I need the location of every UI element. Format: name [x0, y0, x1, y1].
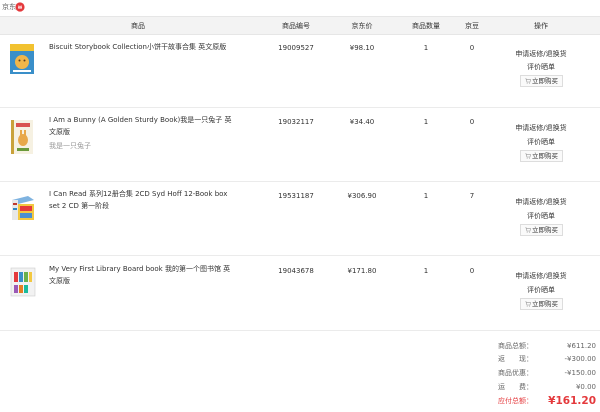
product-price: ¥98.10	[349, 44, 375, 52]
column-qty: 商品数量	[412, 22, 440, 30]
column-ops: 操作	[534, 22, 548, 30]
summary-label: 商品总额：	[498, 342, 533, 350]
product-qty: 1	[423, 118, 429, 126]
product-name-link[interactable]: My Very First Library Board book 我的第一个图书…	[49, 263, 234, 287]
summary-row-discount: 商品优惠： -¥150.00	[480, 368, 598, 378]
buy-now-button[interactable]: 立即购买	[520, 298, 563, 310]
buy-now-label: 立即购买	[532, 77, 558, 85]
column-beans: 京豆	[465, 22, 479, 30]
summary-row-total: 应付总额： ¥161.20	[480, 395, 598, 407]
table-header: 商品 商品编号 京东价 商品数量 京豆 操作	[0, 16, 600, 35]
product-price: ¥171.80	[347, 267, 377, 275]
biscuit-book-cover-icon[interactable]	[10, 44, 34, 74]
summary-label: 商品优惠：	[498, 369, 533, 377]
summary-row-subtotal: 商品总额： ¥611.20	[480, 341, 598, 351]
return-exchange-link[interactable]: 申请返修/退换货	[508, 198, 574, 206]
summary-value: -¥150.00	[564, 369, 596, 377]
summary-value: ¥0.00	[575, 383, 596, 391]
buy-now-button[interactable]: 立即购买	[520, 75, 563, 87]
shop-name[interactable]: 京东	[2, 3, 16, 11]
column-price: 京东价	[351, 22, 373, 30]
table-row: Biscuit Storybook Collection小饼干故事合集 英文原版…	[0, 35, 600, 108]
product-beans: 7	[469, 192, 475, 200]
summary-value: -¥300.00	[564, 355, 596, 363]
review-link[interactable]: 评价晒单	[508, 63, 574, 71]
bunny-book-cover-icon[interactable]	[11, 120, 33, 154]
product-beans: 0	[469, 267, 475, 275]
buy-now-button[interactable]: 立即购买	[520, 150, 563, 162]
buy-now-button[interactable]: 立即购买	[520, 224, 563, 236]
cart-icon	[525, 153, 531, 159]
table-row: I Can Read 系列12册合集 2CD Syd Hoff 12-Book …	[0, 182, 600, 256]
buy-now-label: 立即购买	[532, 300, 558, 308]
summary-row-shipping: 运 费： ¥0.00	[480, 382, 598, 392]
table-row: I Am a Bunny (A Golden Sturdy Book)我是一只兔…	[0, 108, 600, 182]
review-link[interactable]: 评价晒单	[508, 286, 574, 294]
review-link[interactable]: 评价晒单	[508, 212, 574, 220]
shop-bar: 京东	[0, 0, 600, 14]
product-price: ¥34.40	[349, 118, 375, 126]
return-exchange-link[interactable]: 申请返修/退换货	[508, 50, 574, 58]
library-board-book-icon[interactable]	[9, 266, 37, 298]
product-qty: 1	[423, 192, 429, 200]
product-price: ¥306.90	[347, 192, 377, 200]
table-row: My Very First Library Board book 我的第一个图书…	[0, 256, 600, 331]
jd-dog-icon[interactable]	[15, 2, 25, 12]
product-sku: 19043678	[278, 267, 314, 275]
product-qty: 1	[423, 44, 429, 52]
review-link[interactable]: 评价晒单	[508, 138, 574, 146]
summary-label: 返 现：	[498, 355, 533, 363]
total-label: 应付总额：	[498, 397, 533, 405]
product-name-link[interactable]: Biscuit Storybook Collection小饼干故事合集 英文原版	[49, 41, 234, 53]
product-subtitle: 我是一只兔子	[49, 142, 91, 150]
buy-now-label: 立即购买	[532, 226, 558, 234]
product-name-link[interactable]: I Am a Bunny (A Golden Sturdy Book)我是一只兔…	[49, 114, 234, 138]
return-exchange-link[interactable]: 申请返修/退换货	[508, 272, 574, 280]
summary-label: 运 费：	[498, 383, 533, 391]
box-set-cover-icon[interactable]	[10, 194, 36, 222]
total-value: ¥161.20	[548, 395, 596, 407]
cart-icon	[525, 301, 531, 307]
return-exchange-link[interactable]: 申请返修/退换货	[508, 124, 574, 132]
product-beans: 0	[469, 118, 475, 126]
product-beans: 0	[469, 44, 475, 52]
cart-icon	[525, 78, 531, 84]
product-sku: 19531187	[278, 192, 314, 200]
column-sku: 商品编号	[282, 22, 310, 30]
buy-now-label: 立即购买	[532, 152, 558, 160]
product-sku: 19032117	[278, 118, 314, 126]
product-name-link[interactable]: I Can Read 系列12册合集 2CD Syd Hoff 12-Book …	[49, 188, 234, 212]
summary-value: ¥611.20	[567, 342, 596, 350]
product-sku: 19009527	[278, 44, 314, 52]
summary-row-cashback: 返 现： -¥300.00	[480, 354, 598, 364]
column-product: 商品	[131, 22, 145, 30]
cart-icon	[525, 227, 531, 233]
product-qty: 1	[423, 267, 429, 275]
